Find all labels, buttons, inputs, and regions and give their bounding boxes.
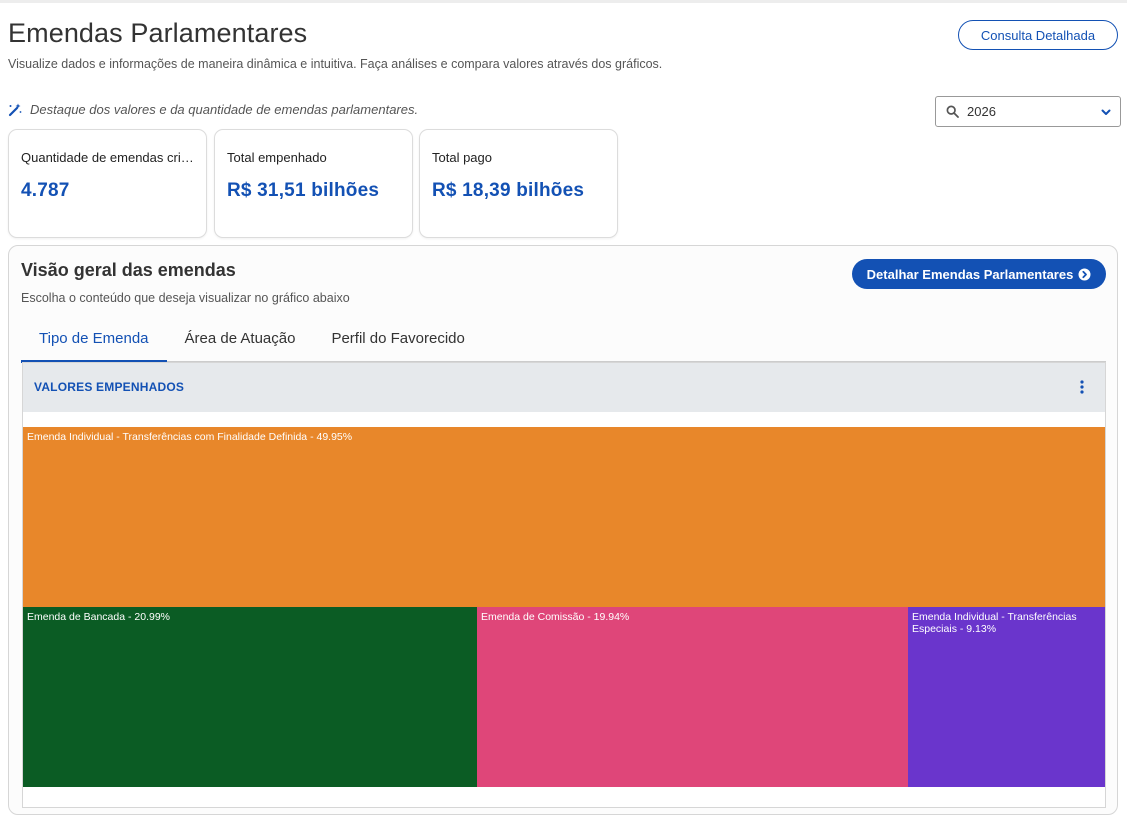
chart-panel-header: VALORES EMPENHADOS [23, 363, 1105, 412]
magic-wand-icon [8, 103, 22, 116]
treemap-tile-label: Emenda Individual - Transferências com F… [27, 431, 353, 443]
card-label: Quantidade de emendas criadas [21, 150, 194, 165]
card-total-empenhado: Total empenhado R$ 31,51 bilhões [214, 129, 413, 238]
treemap-tile-label: Emenda de Bancada - 20.99% [27, 611, 171, 623]
highlight-row: Destaque dos valores e da quantidade de … [8, 102, 418, 117]
treemap-tile-label: Emenda de Comissão - 19.94% [481, 611, 630, 623]
more-options-icon[interactable] [1079, 379, 1085, 395]
tab-area-de-atuacao[interactable]: Área de Atuação [167, 324, 314, 362]
overview-subtitle: Escolha o conteúdo que deseja visualizar… [21, 291, 350, 305]
card-value: R$ 31,51 bilhões [227, 180, 380, 201]
tabs-bar: Tipo de Emenda Área de Atuação Perfil do… [21, 324, 1106, 363]
overview-title: Visão geral das emendas [21, 260, 236, 280]
detalhar-emendas-label: Detalhar Emendas Parlamentares [866, 266, 1074, 282]
treemap-tile-individual-especiais[interactable]: Emenda Individual - Transferências Espec… [908, 607, 1105, 787]
treemap-tile-bancada[interactable]: Emenda de Bancada - 20.99% [23, 607, 477, 787]
card-value: 4.787 [21, 180, 70, 201]
tab-tipo-de-emenda[interactable]: Tipo de Emenda [21, 324, 167, 363]
highlight-text: Destaque dos valores e da quantidade de … [30, 102, 419, 117]
overview-section: Visão geral das emendas Escolha o conteú… [8, 245, 1118, 815]
page-title: Emendas Parlamentares [8, 18, 308, 48]
page-subtitle: Visualize dados e informações de maneira… [8, 57, 663, 71]
detalhar-emendas-button[interactable]: Detalhar Emendas Parlamentares [852, 259, 1106, 289]
year-select-value: 2026 [967, 104, 996, 119]
chevron-right-circle-icon [1078, 268, 1091, 280]
card-total-pago: Total pago R$ 18,39 bilhões [419, 129, 618, 238]
search-icon [946, 105, 959, 118]
card-label: Total empenhado [227, 150, 327, 165]
tab-perfil-do-favorecido[interactable]: Perfil do Favorecido [313, 324, 482, 362]
chart-panel-title: VALORES EMPENHADOS [34, 380, 185, 394]
consulta-detalhada-button[interactable]: Consulta Detalhada [958, 20, 1118, 50]
card-quantidade-emendas: Quantidade de emendas criadas 4.787 [8, 129, 207, 238]
treemap-tile-individual-finalidade[interactable]: Emenda Individual - Transferências com F… [23, 427, 1105, 607]
chart-panel: VALORES EMPENHADOS Emenda Individual - T… [22, 362, 1106, 808]
treemap-tile-label: Emenda Individual - Transferências Espec… [912, 611, 1077, 635]
treemap-tile-comissao[interactable]: Emenda de Comissão - 19.94% [477, 607, 908, 787]
treemap-chart: Emenda Individual - Transferências com F… [23, 427, 1105, 787]
top-divider [0, 0, 1127, 3]
card-value: R$ 18,39 bilhões [432, 180, 585, 201]
year-select[interactable]: 2026 [935, 96, 1121, 127]
card-label: Total pago [432, 150, 492, 165]
chevron-down-icon [1101, 109, 1111, 115]
